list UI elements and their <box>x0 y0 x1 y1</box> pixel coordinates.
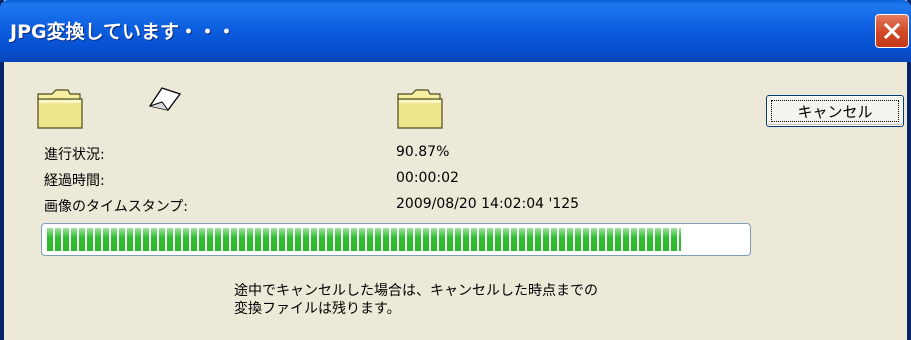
cancel-note: 途中でキャンセルした場合は、キャンセルした時点までの 変換ファイルは残ります。 <box>234 282 598 318</box>
cancel-note-line-1: 途中でキャンセルした場合は、キャンセルした時点までの <box>234 283 598 299</box>
image-timestamp-label: 画像のタイムスタンプ: <box>44 199 189 215</box>
elapsed-time-label: 経過時間: <box>44 173 105 189</box>
destination-folder-icon <box>396 86 444 134</box>
window-title: JPG変換しています・・・ <box>10 21 237 43</box>
source-folder-icon <box>36 86 84 134</box>
title-bar[interactable]: JPG変換しています・・・ <box>0 0 911 62</box>
close-button[interactable] <box>875 14 909 48</box>
paper-icon <box>148 84 182 116</box>
focus-rectangle <box>771 100 899 122</box>
cancel-note-line-2: 変換ファイルは残ります。 <box>234 301 401 317</box>
elapsed-time-value: 00:00:02 <box>396 170 459 186</box>
progress-bar-fill <box>47 228 682 251</box>
progress-bar <box>41 223 751 256</box>
progress-label: 進行状況: <box>44 147 105 163</box>
close-icon <box>883 22 901 40</box>
progress-value: 90.87% <box>396 144 450 160</box>
progress-dialog: JPG変換しています・・・ キャンセル 進行状況: 90.87% 経過時間: 0… <box>0 0 911 340</box>
cancel-button[interactable]: キャンセル <box>766 95 904 127</box>
image-timestamp-value: 2009/08/20 14:02:04 '125 <box>396 196 580 212</box>
